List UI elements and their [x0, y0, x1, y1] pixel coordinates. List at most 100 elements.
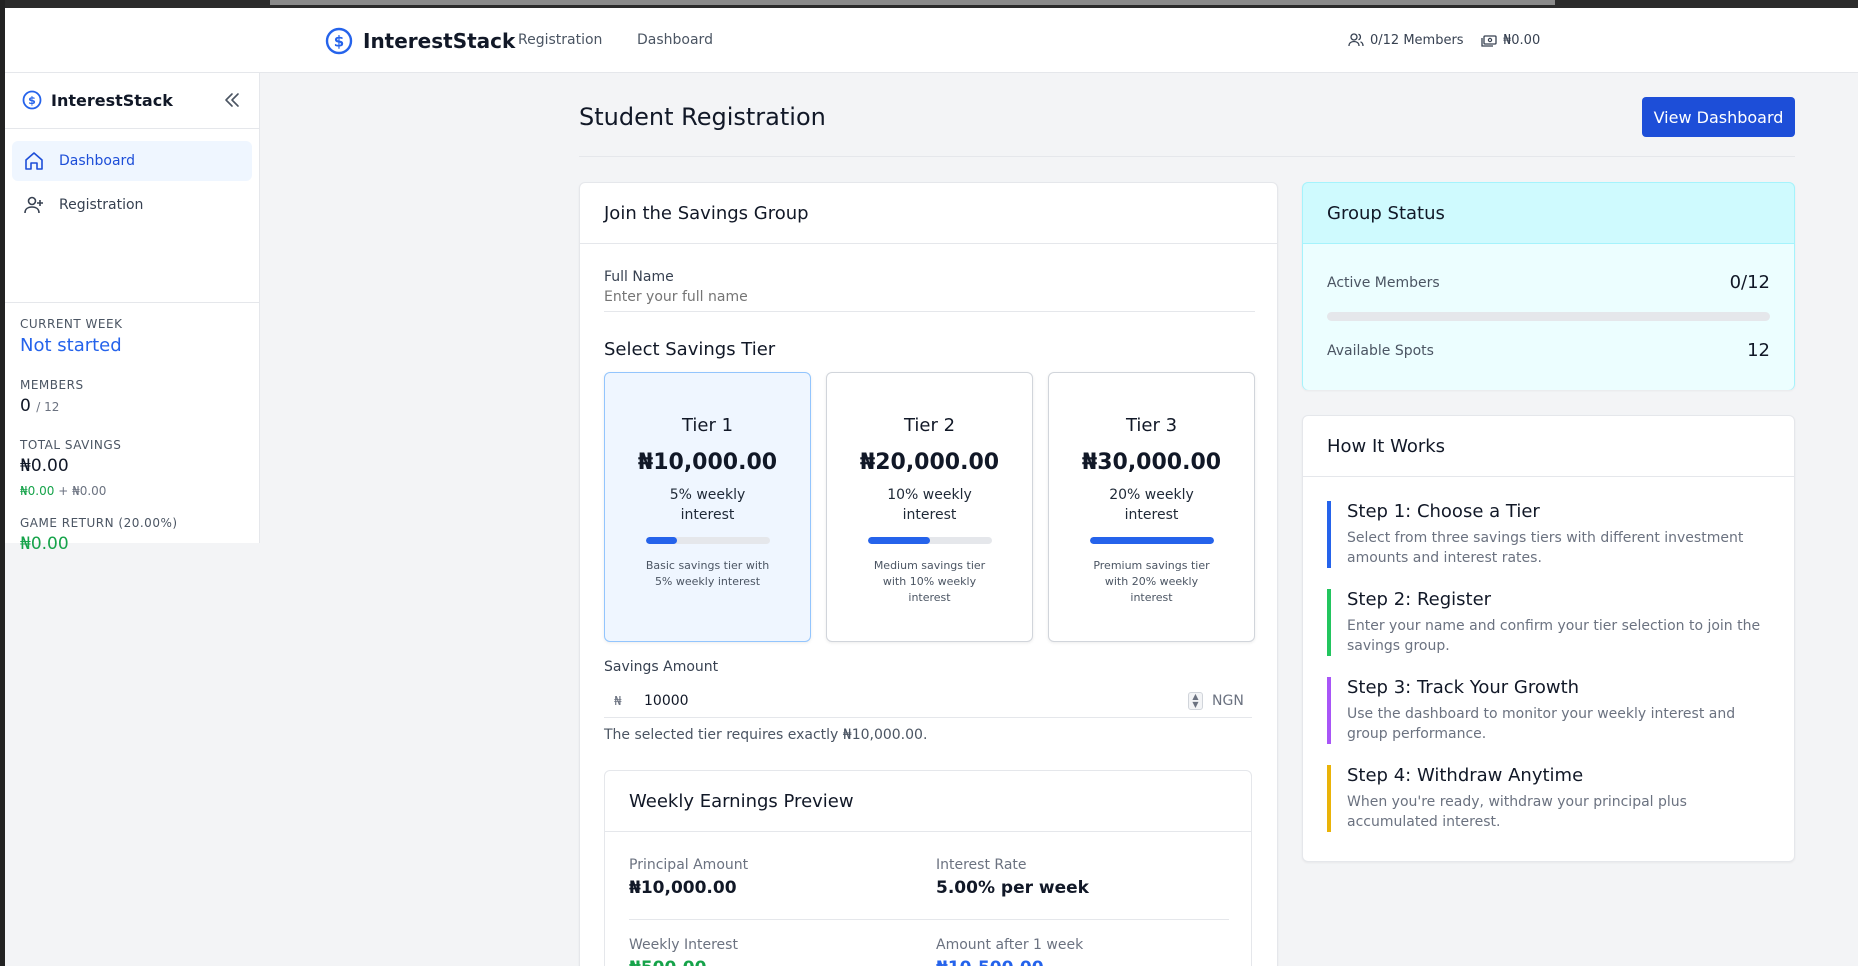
tier-progress	[1089, 537, 1214, 544]
step-description: Use the dashboard to monitor your weekly…	[1347, 706, 1736, 742]
page-title: Student Registration	[579, 103, 826, 131]
tier-rate: 5% weekly interest	[669, 487, 746, 523]
tier-amount: ₦20,000.00	[859, 450, 1000, 475]
window-chrome-bar	[270, 0, 1555, 5]
active-members-value: 0/12	[1729, 272, 1770, 293]
tier-card-1[interactable]: Tier 1 ₦10,000.00 5% weekly interest Bas…	[604, 372, 811, 642]
how-it-works-card: How It Works Step 1: Choose a Tier Selec…	[1302, 415, 1795, 862]
divider	[579, 156, 1795, 157]
savings-amount-label: Savings Amount	[604, 659, 719, 675]
users-icon	[1348, 33, 1364, 47]
tier-name: Tier 3	[1125, 415, 1178, 436]
active-members-row: Active Members 0/12	[1327, 272, 1770, 293]
currency-symbol: ₦	[614, 694, 622, 708]
sidebar-item-dashboard[interactable]: Dashboard	[12, 141, 252, 181]
savings-plus: +	[58, 484, 69, 498]
full-name-input[interactable]	[604, 285, 1255, 312]
nav-link-registration[interactable]: Registration	[518, 32, 602, 48]
view-dashboard-button[interactable]: View Dashboard	[1642, 97, 1795, 137]
tier-amount: ₦30,000.00	[1081, 450, 1222, 475]
step-title: Step 4: Withdraw Anytime	[1347, 765, 1584, 786]
brand-name: InterestStack	[363, 29, 516, 53]
tier-amount: ₦10,000.00	[637, 450, 778, 475]
tier-name: Tier 1	[681, 415, 734, 436]
how-it-works-header: How It Works	[1303, 416, 1794, 477]
savings-amount-value: 10000	[644, 693, 689, 709]
tier-progress	[645, 537, 770, 544]
weekly-interest-value: ₦500.00	[629, 958, 706, 966]
tier-description: Premium savings tier with 20% weekly int…	[1093, 559, 1210, 604]
game-return-value: ₦0.00	[20, 534, 69, 554]
dollar-coin-icon: $	[22, 90, 42, 110]
user-plus-icon	[24, 196, 43, 214]
step-1: Step 1: Choose a Tier Select from three …	[1327, 501, 1772, 568]
step-title: Step 1: Choose a Tier	[1347, 501, 1540, 522]
available-spots-row: Available Spots 12	[1327, 340, 1770, 361]
step-4: Step 4: Withdraw Anytime When you're rea…	[1327, 765, 1772, 832]
members-progress-bar	[1327, 312, 1770, 321]
svg-text:$: $	[334, 33, 344, 51]
dollar-coin-icon: $	[325, 27, 353, 55]
tier-progress-fill	[645, 537, 677, 544]
members-count: 0	[20, 396, 31, 416]
tier-description: Basic savings tier with 5% weekly intere…	[645, 559, 770, 588]
group-status-header: Group Status	[1303, 183, 1794, 244]
members-value: 0 / 12	[20, 396, 244, 416]
home-icon	[25, 152, 43, 170]
earnings-preview-header: Weekly Earnings Preview	[605, 771, 1251, 832]
sidebar-stats: CURRENT WEEK Not started MEMBERS 0 / 12 …	[5, 303, 259, 568]
chevrons-left-icon[interactable]	[223, 91, 241, 109]
game-return-label: GAME RETURN (20.00%)	[20, 516, 178, 530]
amount-stepper[interactable]: ▲ ▼	[1188, 692, 1203, 710]
sidebar-nav: Dashboard Registration	[5, 129, 259, 303]
tier-rate: 20% weekly interest	[1109, 487, 1194, 523]
members-stat-text: 0/12 Members	[1370, 32, 1464, 48]
sidebar-brand-name: InterestStack	[51, 90, 173, 110]
tier-description: Medium savings tier with 10% weekly inte…	[873, 559, 986, 604]
step-title: Step 2: Register	[1347, 589, 1492, 610]
nav-link-dashboard[interactable]: Dashboard	[637, 32, 713, 48]
savings-stat: ₦0.00	[1481, 32, 1540, 48]
tier-name: Tier 2	[903, 415, 956, 436]
active-members-label: Active Members	[1327, 274, 1440, 291]
join-card-header: Join the Savings Group	[580, 183, 1277, 244]
tier-progress-fill	[867, 537, 930, 544]
sidebar-item-label: Registration	[59, 197, 144, 213]
interest-rate-label: Interest Rate	[936, 857, 1027, 873]
earnings-preview-title: Weekly Earnings Preview	[629, 791, 854, 812]
full-name-field: Full Name	[604, 269, 1255, 312]
step-description: Enter your name and confirm your tier se…	[1347, 618, 1761, 654]
members-label: MEMBERS	[20, 378, 84, 392]
step-3: Step 3: Track Your Growth Use the dashbo…	[1327, 677, 1772, 744]
savings-breakdown: ₦0.00 + ₦0.00	[20, 484, 244, 498]
full-name-label: Full Name	[604, 269, 674, 285]
step-2: Step 2: Register Enter your name and con…	[1327, 589, 1772, 656]
group-status-title: Group Status	[1327, 203, 1445, 224]
members-stat: 0/12 Members	[1348, 32, 1464, 48]
principal-label: Principal Amount	[629, 857, 749, 873]
current-week-value: Not started	[20, 335, 122, 356]
current-week-label: CURRENT WEEK	[20, 317, 123, 331]
savings-amount-input[interactable]: ₦ 10000 ▲ ▼ NGN	[604, 686, 1252, 718]
sidebar-item-label: Dashboard	[59, 153, 135, 169]
principal-value: ₦10,000.00	[629, 878, 737, 898]
savings-part-a: ₦0.00	[20, 484, 55, 498]
brand[interactable]: $ InterestStack	[325, 27, 515, 55]
step-title: Step 3: Track Your Growth	[1347, 677, 1580, 698]
join-card-title: Join the Savings Group	[604, 203, 809, 224]
tier-card-2[interactable]: Tier 2 ₦20,000.00 10% weekly interest Me…	[826, 372, 1033, 642]
tier-section-title: Select Savings Tier	[604, 339, 776, 360]
sidebar: $ InterestStack Dashboard Registration C…	[5, 73, 260, 554]
sidebar-header: $ InterestStack	[5, 73, 259, 129]
after-week-label: Amount after 1 week	[936, 937, 1084, 953]
cash-icon	[1481, 35, 1497, 47]
amount-hint: The selected tier requires exactly ₦10,0…	[604, 727, 928, 743]
sidebar-item-registration[interactable]: Registration	[12, 185, 252, 225]
svg-text:$: $	[28, 94, 36, 107]
sidebar-brand[interactable]: $ InterestStack	[22, 90, 173, 110]
tier-card-3[interactable]: Tier 3 ₦30,000.00 20% weekly interest Pr…	[1048, 372, 1255, 642]
savings-part-b: ₦0.00	[72, 484, 107, 498]
weekly-interest-label: Weekly Interest	[629, 937, 738, 953]
step-description: When you're ready, withdraw your princip…	[1347, 794, 1687, 830]
group-status-card: Group Status Active Members 0/12 Availab…	[1302, 182, 1795, 390]
